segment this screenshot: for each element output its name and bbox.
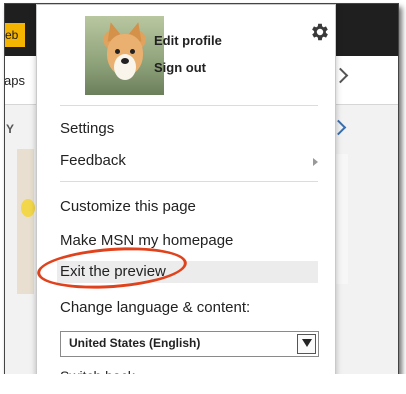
- submenu-arrow-icon: [313, 158, 318, 166]
- avatar-eye: [130, 49, 135, 54]
- language-select[interactable]: United States (English): [60, 331, 319, 357]
- gear-icon[interactable]: [309, 21, 331, 43]
- avatar-nose: [121, 58, 129, 64]
- account-dropdown-panel: Edit profile Sign out Settings Feedback …: [35, 4, 336, 384]
- card-image: [21, 199, 35, 217]
- menu-item-settings[interactable]: Settings: [60, 118, 315, 140]
- language-select-value: United States (English): [69, 336, 201, 350]
- edit-profile-link[interactable]: Edit profile: [154, 33, 222, 48]
- language-heading: Change language & content:: [60, 299, 251, 316]
- section-heading-fragment: Y: [6, 122, 15, 136]
- avatar-eye: [115, 49, 120, 54]
- page-margin: [0, 374, 406, 394]
- menu-divider: [60, 181, 318, 182]
- annotation-oval: [35, 242, 189, 294]
- menu-item-customize[interactable]: Customize this page: [60, 196, 315, 218]
- menu-item-feedback[interactable]: Feedback: [60, 150, 315, 172]
- chevron-down-icon[interactable]: [297, 334, 316, 354]
- news-card-thumbnail[interactable]: [17, 149, 35, 294]
- sign-out-link[interactable]: Sign out: [154, 60, 206, 75]
- screenshot-frame: eb aps Y Edit profile Sign out Settings …: [4, 3, 399, 386]
- menu-divider: [60, 105, 318, 106]
- maps-tab[interactable]: aps: [5, 73, 25, 88]
- web-tab[interactable]: eb: [5, 23, 25, 47]
- avatar[interactable]: [85, 16, 164, 95]
